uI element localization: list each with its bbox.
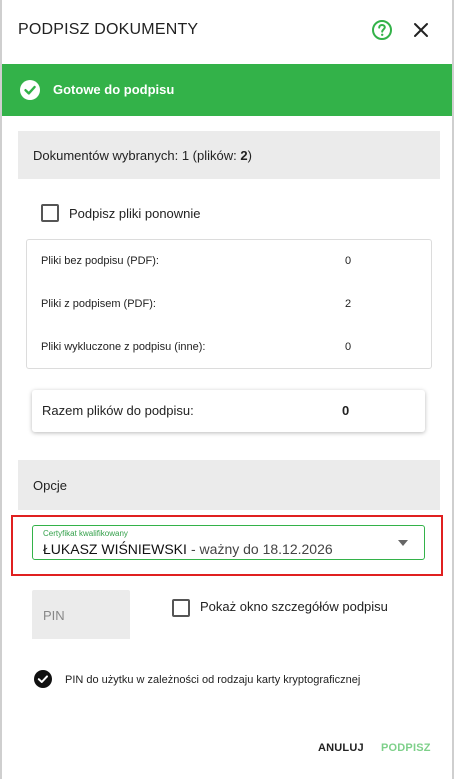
total-card: Razem plików do podpisu: 0 [32,390,425,432]
table-row: Pliki z podpisem (PDF): 2 [27,283,431,326]
resign-checkbox[interactable] [41,204,59,222]
details-label: Pokaż okno szczegółów podpisu [200,599,388,614]
check-circle-filled-icon [34,670,52,688]
certificate-select[interactable]: Certyfikat kwalifikowany ŁUKASZ WIŚNIEWS… [32,525,425,560]
row-value: 0 [345,255,352,267]
options-section: Opcje [18,460,440,510]
selection-summary-text: Dokumentów wybranych: 1 (plików: 2) [33,148,252,163]
dropdown-arrow-icon[interactable] [398,540,408,546]
dialog-title: PODPISZ DOKUMENTY [18,21,199,38]
certificate-holder-name: ŁUKASZ WIŚNIEWSKI [43,541,187,557]
table-row: Pliki wykluczone z podpisu (inne): 0 [27,326,431,369]
certificate-select-label: Certyfikat kwalifikowany [43,529,128,538]
pin-placeholder: PIN [43,608,65,623]
check-circle-icon [20,80,40,100]
close-icon[interactable] [410,19,432,41]
dialog-header: PODPISZ DOKUMENTY [2,0,452,62]
cancel-button[interactable]: ANULUJ [318,742,364,754]
status-text: Gotowe do podpisu [53,82,175,97]
pin-note: PIN do użytku w zależności od rodzaju ka… [65,674,361,686]
row-value: 0 [345,341,352,353]
sign-documents-dialog: PODPISZ DOKUMENTY Gotowe do podpisu Doku… [0,0,454,779]
total-label: Razem plików do podpisu: [42,403,194,418]
details-checkbox[interactable] [172,599,190,617]
row-label: Pliki z podpisem (PDF): [41,298,156,310]
certificate-validity: - ważny do 18.12.2026 [191,541,333,557]
selection-summary: Dokumentów wybranych: 1 (plików: 2) [18,131,440,179]
row-value: 2 [345,298,352,310]
row-label: Pliki wykluczone z podpisu (inne): [41,341,206,353]
pin-input[interactable]: PIN [32,590,130,639]
sign-button[interactable]: PODPISZ [381,742,431,754]
help-circle-icon[interactable] [371,19,393,41]
table-row: Pliki bez podpisu (PDF): 0 [27,240,431,283]
selection-files-count: 2 [240,148,248,163]
total-value: 0 [342,403,350,418]
options-title: Opcje [33,478,67,493]
status-bar: Gotowe do podpisu [2,64,452,116]
resign-label: Podpisz pliki ponownie [69,206,201,221]
files-table: Pliki bez podpisu (PDF): 0 Pliki z podpi… [26,239,432,369]
row-label: Pliki bez podpisu (PDF): [41,255,159,267]
